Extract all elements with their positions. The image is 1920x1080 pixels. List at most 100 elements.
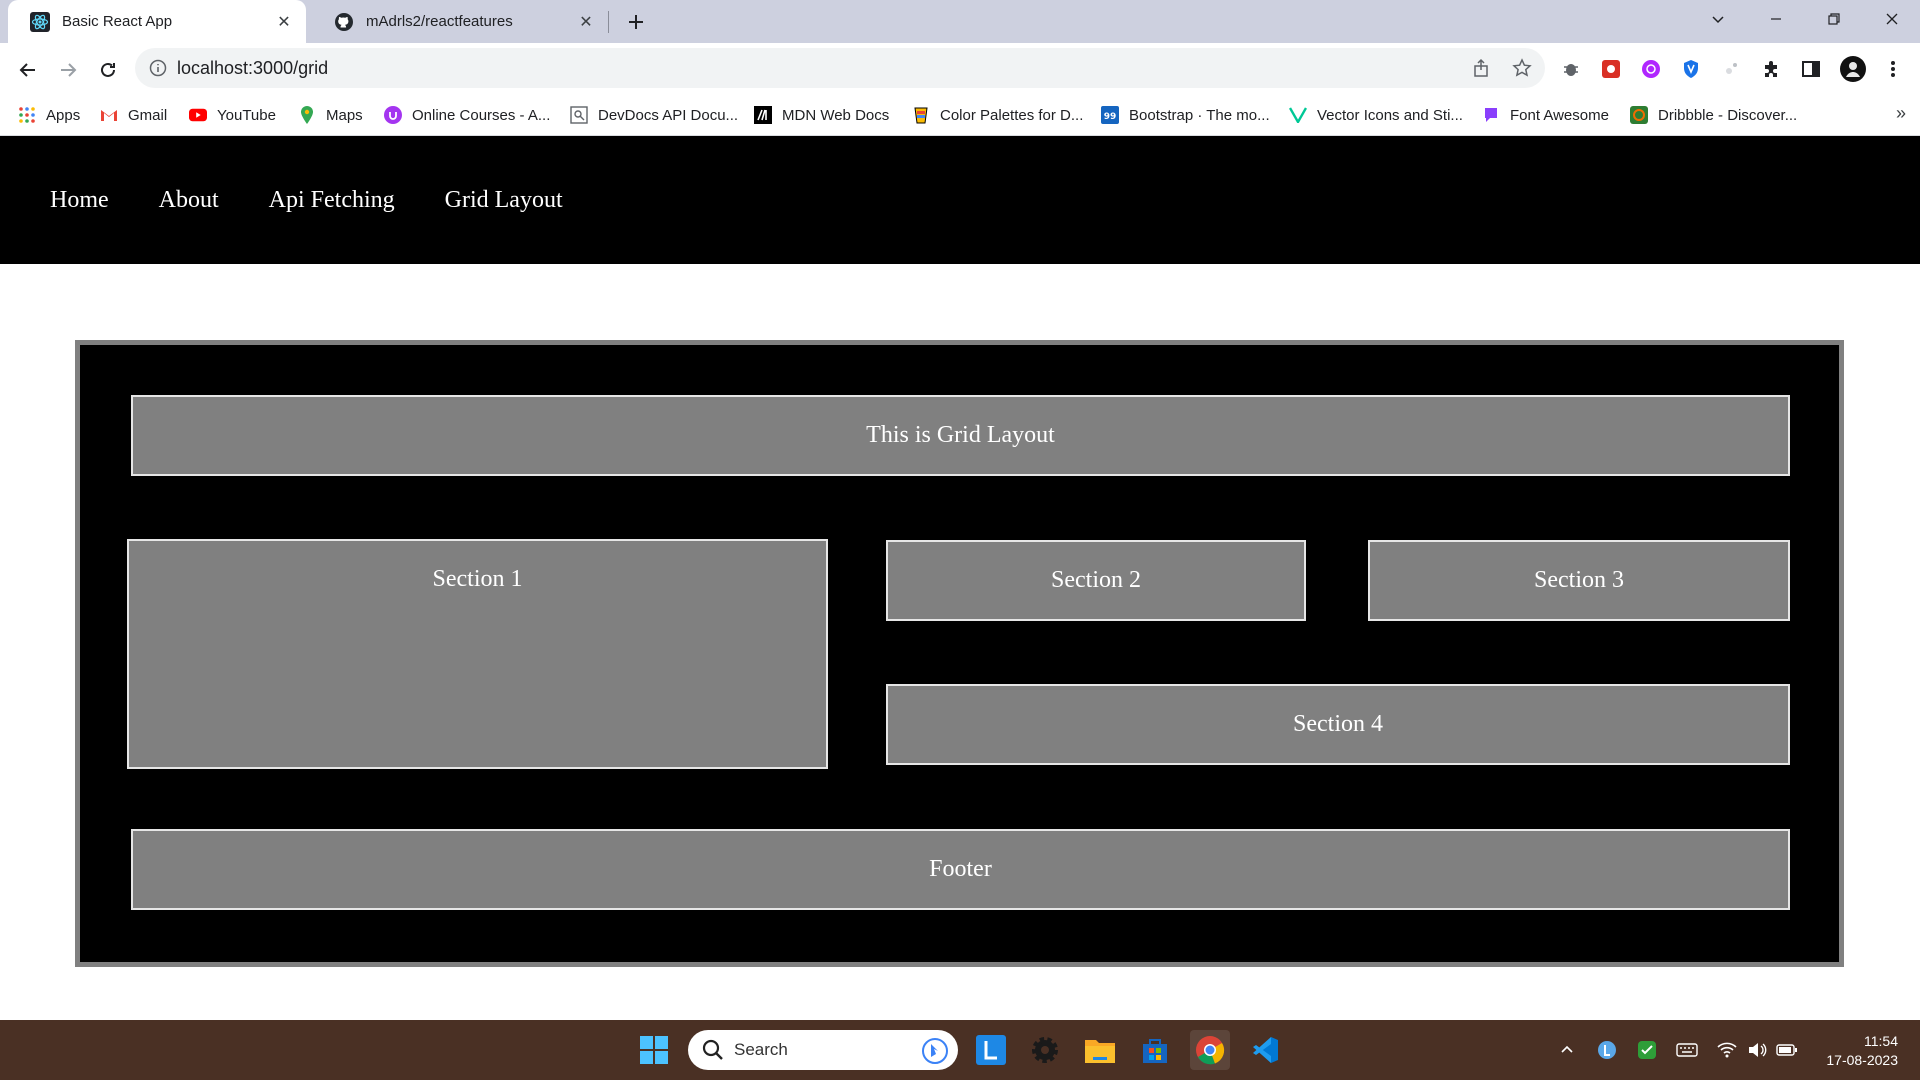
gmail-icon [100,106,118,124]
volume-icon[interactable] [1745,1038,1769,1062]
site-info-icon[interactable] [149,59,167,77]
tab-basic-react-app[interactable]: Basic React App ✕ [8,0,306,43]
red-extension-icon[interactable] [1600,58,1622,80]
bookmark-youtube[interactable]: YouTube [189,103,276,127]
bookmark-star-icon[interactable] [1512,58,1532,78]
close-tab-icon[interactable]: ✕ [272,10,296,34]
github-icon [334,12,354,32]
bookmark-online-courses[interactable]: Online Courses - A... [384,103,550,127]
wifi-icon[interactable] [1715,1038,1739,1062]
purple-extension-icon[interactable] [1640,58,1662,80]
courses-icon [384,106,402,124]
bookmark-maps[interactable]: Maps [298,103,363,127]
bookmark-label: Color Palettes for D... [940,106,1084,124]
fontawesome-icon [1482,106,1500,124]
bootstrap-icon: 99 [1101,106,1119,124]
tab-separator [608,11,609,33]
grid-section-1: Section 1 [127,539,828,769]
react-icon [30,11,50,32]
bookmark-bootstrap[interactable]: 99 Bootstrap · The mo... [1101,103,1270,127]
maps-icon [298,106,316,124]
bookmarks-bar: Apps Gmail YouTube Maps Online Courses -… [0,95,1920,136]
apps-grid-icon [18,106,36,124]
back-icon[interactable] [14,56,42,84]
file-explorer-icon[interactable] [1080,1030,1120,1070]
extensions-puzzle-icon[interactable] [1760,58,1782,80]
bookmark-devdocs[interactable]: DevDocs API Docu... [570,103,738,127]
bookmark-label: Vector Icons and Sti... [1317,106,1463,124]
dribbble-icon [1630,106,1648,124]
bookmark-font-awesome[interactable]: Font Awesome [1482,103,1609,127]
windows-start-icon[interactable] [634,1030,674,1070]
tab-title: mAdrls2/reactfeatures [366,13,513,30]
clock-date: 17-08-2023 [1826,1052,1898,1068]
forward-icon[interactable] [54,56,82,84]
bug-extension-icon[interactable] [1560,58,1582,80]
nav-about-link[interactable]: About [159,187,219,214]
bookmark-label: Gmail [128,106,168,124]
profile-avatar[interactable] [1840,56,1866,82]
taskbar: Search 11:54 17-08-2023 [0,1020,1920,1080]
keyboard-icon[interactable] [1675,1038,1699,1062]
grid-section-2: Section 2 [886,540,1306,621]
show-hidden-icons-chevron-icon[interactable] [1555,1038,1579,1062]
bing-icon[interactable] [922,1038,948,1069]
bookmark-dribbble[interactable]: Dribbble - Discover... [1630,103,1797,127]
grid-container: This is Grid Layout Section 1 Section 2 … [75,340,1844,967]
taskbar-search[interactable]: Search [688,1030,958,1070]
devdocs-icon [570,106,588,124]
bookmark-vector-icons[interactable]: Vector Icons and Sti... [1289,103,1463,127]
tab-github-reactfeatures[interactable]: mAdrls2/reactfeatures ✕ [312,0,608,43]
side-panel-icon[interactable] [1800,58,1822,80]
palette-icon [912,106,930,124]
bookmark-apps[interactable]: Apps [18,103,80,127]
tab-title: Basic React App [62,13,173,30]
clock-time: 11:54 [1864,1033,1898,1049]
nav-api-fetching-link[interactable]: Api Fetching [269,187,395,214]
minimize-icon[interactable] [1748,0,1804,38]
shield-extension-icon[interactable] [1680,58,1702,80]
tray-app-l-icon[interactable] [1595,1038,1619,1062]
bookmark-label: Online Courses - A... [412,106,551,124]
settings-gear-icon[interactable] [1025,1030,1065,1070]
microsoft-store-icon[interactable] [1135,1030,1175,1070]
grid-section-4: Section 4 [886,684,1790,765]
security-shield-icon[interactable] [1635,1038,1659,1062]
close-tab-icon[interactable]: ✕ [574,10,598,34]
share-icon[interactable] [1472,58,1492,78]
search-icon [702,1039,724,1061]
mdn-icon [754,106,772,124]
reload-icon[interactable] [94,56,122,84]
bookmark-label: Bootstrap · The mo... [1129,106,1270,124]
youtube-icon [189,106,207,124]
menu-kebab-icon[interactable] [1882,58,1904,80]
close-window-icon[interactable] [1864,0,1920,38]
tab-search-chevron-icon[interactable] [1690,0,1746,38]
tab-strip: Basic React App ✕ mAdrls2/reactfeatures … [0,0,1920,43]
bookmark-label: Maps [326,106,363,124]
address-bar[interactable]: localhost:3000/grid [135,48,1545,88]
address-url: localhost:3000/grid [177,57,329,78]
app-navbar: Home About Api Fetching Grid Layout [0,136,1920,264]
svg-text:99: 99 [1104,112,1117,122]
battery-icon[interactable] [1775,1038,1799,1062]
bookmark-label: Dribbble - Discover... [1658,106,1798,124]
sparkle-extension-icon[interactable] [1720,58,1742,80]
bookmark-mdn[interactable]: MDN Web Docs [754,103,889,127]
browser-toolbar: localhost:3000/grid [0,43,1920,95]
more-bookmarks-chevron-icon[interactable]: » [1896,103,1906,124]
grid-header: This is Grid Layout [131,395,1790,476]
vscode-icon[interactable] [1245,1030,1285,1070]
system-clock[interactable]: 11:54 17-08-2023 [1826,1032,1898,1070]
grid-footer: Footer [131,829,1790,910]
new-tab-icon[interactable] [622,8,650,36]
nav-home-link[interactable]: Home [50,187,109,214]
restore-icon[interactable] [1806,0,1862,38]
nav-grid-layout-link[interactable]: Grid Layout [445,187,563,214]
bookmark-gmail[interactable]: Gmail [100,103,167,127]
lens-app-icon[interactable] [971,1030,1011,1070]
bookmark-color-palettes[interactable]: Color Palettes for D... [912,103,1083,127]
vector-icon [1289,106,1307,124]
chrome-icon[interactable] [1190,1030,1230,1070]
grid-section-3: Section 3 [1368,540,1790,621]
